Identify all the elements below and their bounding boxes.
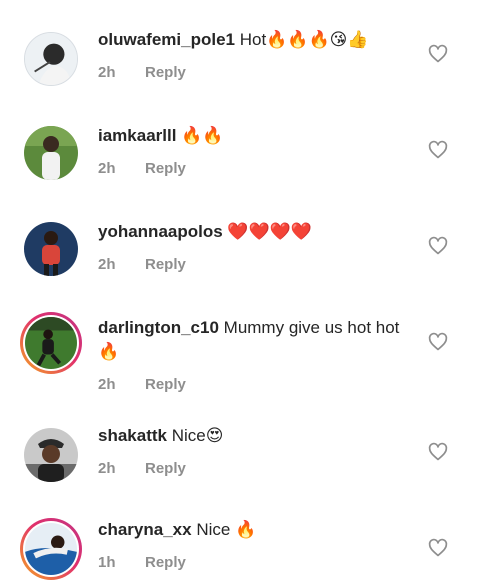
comment-text: Nice 🔥 bbox=[196, 520, 257, 539]
avatar[interactable] bbox=[22, 124, 80, 182]
comment-username[interactable]: shakattk bbox=[98, 426, 167, 445]
comment-text: Nice😍 bbox=[171, 426, 224, 445]
comment-username[interactable]: darlington_c10 bbox=[98, 318, 219, 337]
avatar[interactable] bbox=[22, 220, 80, 278]
reply-button[interactable]: Reply bbox=[145, 256, 186, 273]
heart-outline-icon[interactable] bbox=[428, 44, 448, 64]
reply-button[interactable]: Reply bbox=[145, 554, 186, 571]
comment-text: Hot🔥🔥🔥😘👍 bbox=[239, 30, 369, 49]
comment-text: 🔥🔥 bbox=[181, 126, 224, 145]
comment-username[interactable]: charyna_xx bbox=[98, 520, 192, 539]
comment-time: 2h bbox=[98, 376, 116, 393]
comment-time: 2h bbox=[98, 64, 116, 81]
heart-outline-icon[interactable] bbox=[428, 140, 448, 160]
comment-time: 1h bbox=[98, 554, 116, 571]
avatar[interactable] bbox=[22, 426, 80, 484]
comment-time: 2h bbox=[98, 160, 116, 177]
reply-button[interactable]: Reply bbox=[145, 460, 186, 477]
comment-username[interactable]: yohannaapolos bbox=[98, 222, 223, 241]
heart-outline-icon[interactable] bbox=[428, 332, 448, 352]
avatar[interactable] bbox=[20, 518, 82, 580]
comment-username[interactable]: iamkaarlll bbox=[98, 126, 176, 145]
heart-outline-icon[interactable] bbox=[428, 236, 448, 256]
reply-button[interactable]: Reply bbox=[145, 160, 186, 177]
heart-outline-icon[interactable] bbox=[428, 442, 448, 462]
comment-text: ❤️❤️❤️❤️ bbox=[227, 222, 313, 241]
comment-username[interactable]: oluwafemi_pole1 bbox=[98, 30, 235, 49]
comment-time: 2h bbox=[98, 460, 116, 477]
avatar[interactable] bbox=[20, 312, 82, 374]
heart-outline-icon[interactable] bbox=[428, 538, 448, 558]
reply-button[interactable]: Reply bbox=[145, 64, 186, 81]
avatar[interactable] bbox=[22, 30, 80, 88]
reply-button[interactable]: Reply bbox=[145, 376, 186, 393]
comment-time: 2h bbox=[98, 256, 116, 273]
